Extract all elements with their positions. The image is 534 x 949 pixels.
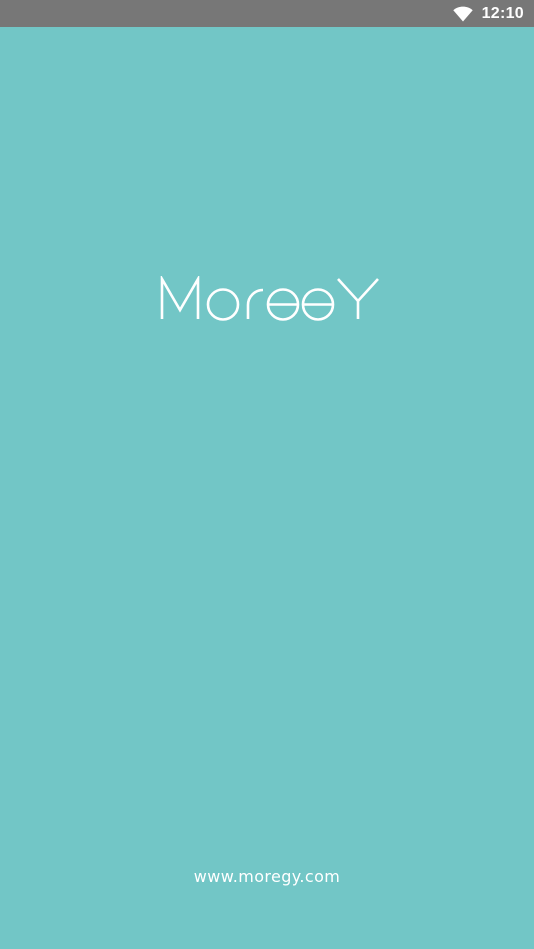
brand-logo <box>160 276 379 321</box>
status-bar: 12:10 <box>0 0 534 27</box>
wifi-icon <box>452 6 473 21</box>
status-time: 12:10 <box>481 4 524 22</box>
splash-screen: 12:10 www.moregy.com <box>0 0 534 949</box>
status-icons: 12:10 <box>452 0 524 27</box>
website-url[interactable]: www.moregy.com <box>0 867 534 886</box>
